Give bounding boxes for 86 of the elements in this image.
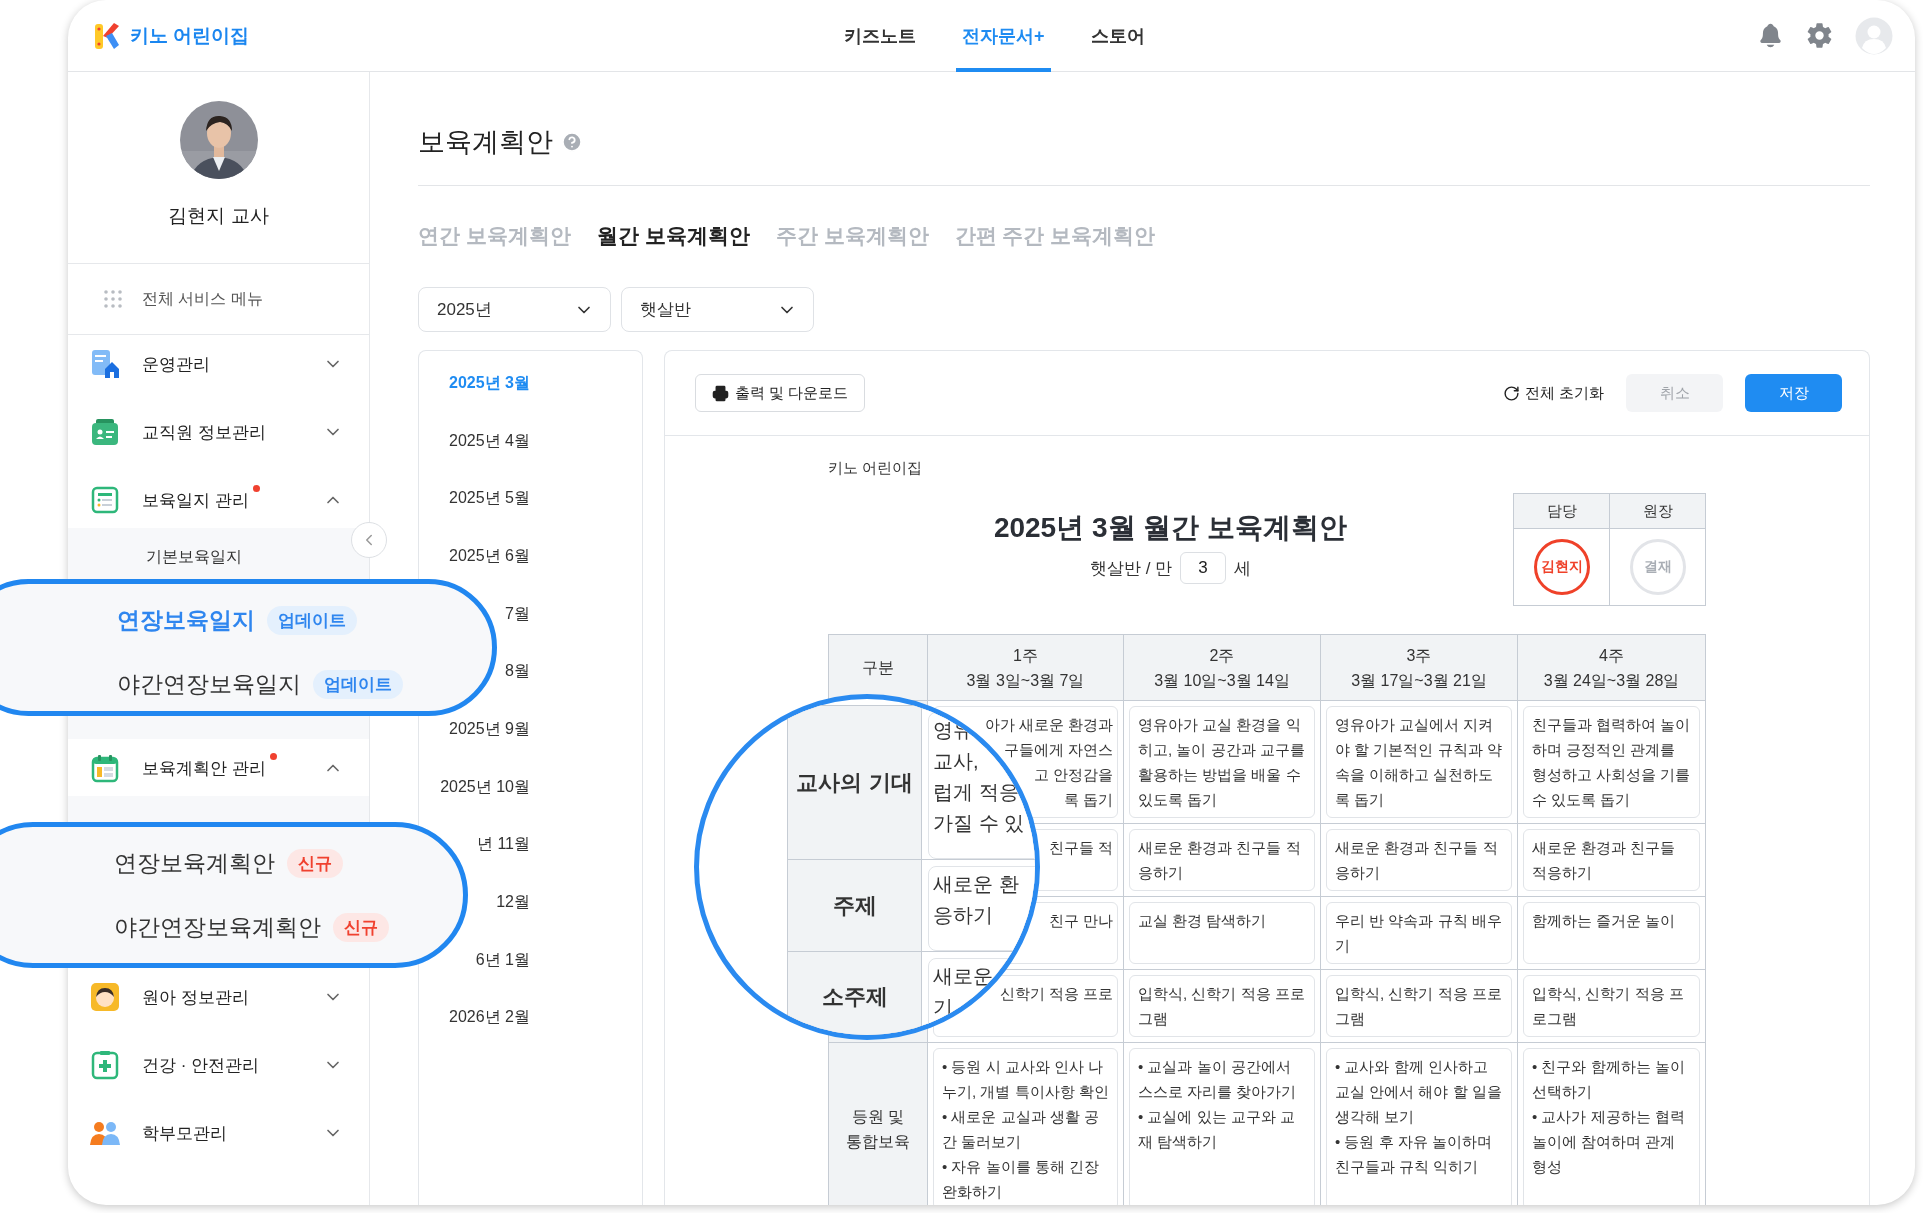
submenu-item[interactable]: 기본보육일지 — [146, 547, 242, 567]
row-header: 등원 및 통합보육 — [829, 1043, 927, 1205]
health-plus-icon — [90, 1050, 120, 1080]
week-header: 3주 3월 17일~3월 21일 — [1321, 635, 1517, 700]
approval-header: 원장 — [1610, 494, 1705, 528]
nav-tab[interactable]: 키즈노트 — [838, 0, 922, 72]
signature-stamp[interactable]: 김현지 — [1533, 539, 1590, 595]
dropdown[interactable]: 2025년 — [418, 287, 611, 332]
row-header: 교사의 기대 — [788, 706, 921, 859]
month-item[interactable]: 2026년 2월 — [449, 1007, 530, 1028]
week-cell[interactable]: 영유아가 교실 환경을 익히고, 놀이 공간과 교구를 활용하는 방법을 배울 수 있도록 돕기 — [1129, 706, 1315, 818]
week-cell[interactable]: 입학식, 신학기 적응 프로그램 — [1129, 975, 1315, 1037]
id-card-icon — [90, 417, 120, 447]
week-cell[interactable]: 새로운 환경과 친구들 적응하기 — [1326, 829, 1512, 891]
document-house-icon — [90, 349, 120, 379]
cell-text[interactable]: 구들에게 자연스 — [1003, 741, 1113, 758]
new-badge: 신규 — [287, 848, 343, 878]
page-title: 보육계획안 — [418, 126, 553, 159]
month-item[interactable]: 12월 — [496, 892, 530, 913]
avatar-icon[interactable] — [1855, 16, 1893, 55]
all-services-menu[interactable]: 전체 서비스 메뉴 — [68, 263, 369, 335]
cell-text[interactable]: 아가 새로운 환경과 — [984, 716, 1113, 733]
new-badge: 신규 — [333, 912, 389, 942]
submenu-item[interactable]: 야간연장보육계획안 — [114, 911, 321, 943]
month-item[interactable]: 2025년 10월 — [440, 776, 530, 797]
month-item[interactable]: 6년 1월 — [475, 949, 530, 970]
nav-tab[interactable]: 스토어 — [1084, 0, 1151, 72]
document-title: 2025년 3월 월간 보육계획안 — [993, 511, 1348, 545]
month-item[interactable]: 년 11월 — [476, 834, 530, 855]
submenu-item[interactable]: 야간연장보육일지 — [117, 668, 301, 700]
month-item[interactable]: 2025년 9월 — [449, 718, 530, 739]
week-cell[interactable]: 입학식, 신학기 적응 프로그램 — [1523, 975, 1700, 1037]
row-header: 주제 — [788, 860, 921, 951]
cell-text[interactable]: 친구들 적 — [1048, 839, 1113, 856]
collapse-button[interactable] — [351, 522, 387, 558]
week-cell[interactable]: • 교사와 함께 인사하고 교실 안에서 해야 할 일을 생각해 보기 • 등원 후 자유 놀이하며 친구들과 규칙 익히기 — [1326, 1048, 1512, 1205]
approval-header: 담당 — [1514, 494, 1609, 528]
daycare-name: 키노 어린이집 — [828, 458, 924, 478]
notification-bell-icon[interactable] — [1757, 22, 1784, 49]
column-header: 구분 — [829, 635, 927, 700]
cell-text[interactable]: 고 안정감을 — [1033, 766, 1113, 783]
month-item[interactable]: 2025년 6월 — [449, 545, 530, 566]
submenu-item[interactable]: 연장보육계획안 — [114, 847, 275, 879]
cell-text[interactable]: 록 돕기 — [1063, 791, 1113, 808]
month-item[interactable]: 2025년 5월 — [449, 488, 530, 509]
plan-tab[interactable]: 월간 보육계획안 — [596, 222, 750, 250]
week-cell[interactable]: 함께하는 즐거운 놀이 — [1523, 902, 1700, 964]
update-badge: 업데이트 — [267, 605, 357, 635]
month-item[interactable]: 7월 — [505, 603, 530, 624]
age-field[interactable]: 3 — [1180, 552, 1227, 584]
month-item[interactable]: 2025년 4월 — [449, 430, 530, 451]
teacher-name: 김현지 교사 — [168, 204, 269, 228]
week-cell[interactable]: 새로운 환경과 친구들 적응하기 — [1129, 829, 1315, 891]
help-icon[interactable] — [561, 131, 583, 153]
printer-icon — [712, 384, 729, 402]
list-sheet-icon — [90, 485, 120, 515]
week-cell[interactable]: 교실 환경 탐색하기 — [1129, 902, 1315, 964]
week-cell[interactable]: • 등원 시 교사와 인사 나누기, 개별 특이사항 확인 • 새로운 교실과 생활 공간 둘러보기 • 자유 놀이를 통해 긴장 완화하기 — [933, 1048, 1118, 1205]
calendar-icon — [90, 753, 120, 783]
cell-text[interactable]: 신학기 적응 프로 — [999, 985, 1113, 1002]
logo-icon — [94, 20, 120, 51]
row-header: 소주제 — [788, 952, 921, 1035]
age-unit: 세 — [1234, 557, 1252, 580]
week-cell[interactable]: • 친구와 함께하는 놀이 선택하기 • 교사가 제공하는 협력 놀이에 참여하며 관계 형성 — [1523, 1048, 1700, 1205]
week-cell[interactable]: 영유아가 교실에서 지켜야 할 기본적인 규칙과 약속을 이해하고 실천하도록 돕기 — [1326, 706, 1512, 818]
dropdown[interactable]: 햇살반 — [621, 287, 814, 332]
class-label: 햇살반 / 만 — [1089, 557, 1173, 580]
week-cell[interactable]: 새로운 환경과 친구들 적응하기 — [1523, 829, 1700, 891]
month-item[interactable]: 8월 — [505, 661, 530, 682]
week-header: 2주 3월 10일~3월 14일 — [1124, 635, 1320, 700]
week-cell: 새로운 환 응하기 — [928, 866, 1035, 951]
reset-button[interactable]: 전체 초기화 — [1502, 383, 1604, 403]
week-header: 4주 3월 24일~3월 28일 — [1518, 635, 1705, 700]
child-icon — [90, 982, 120, 1012]
week-cell[interactable]: • 교실과 놀이 공간에서 스스로 자리를 찾아가기 • 교실에 있는 교구와 교재 탐색하기 — [1129, 1048, 1315, 1205]
settings-icon[interactable] — [1806, 22, 1833, 49]
grid-icon — [104, 290, 122, 308]
week-cell[interactable]: 친구들과 협력하여 놀이하며 긍정적인 관계를 형성하고 사회성을 기를 수 있도록 돕기 — [1523, 706, 1700, 818]
week-cell[interactable]: 우리 반 약속과 규칙 배우기 — [1326, 902, 1512, 964]
update-badge: 업데이트 — [313, 669, 403, 699]
print-download-button[interactable]: 출력 및 다운로드 — [695, 374, 866, 412]
week-header: 1주 3월 3일~3월 7일 — [928, 635, 1123, 700]
refresh-icon — [1502, 384, 1520, 402]
brand-name: 키노 어린이집 — [130, 23, 250, 48]
cell-text[interactable]: 친구 만나 — [1048, 912, 1113, 929]
week-cell[interactable]: 입학식, 신학기 적응 프로그램 — [1326, 975, 1512, 1037]
